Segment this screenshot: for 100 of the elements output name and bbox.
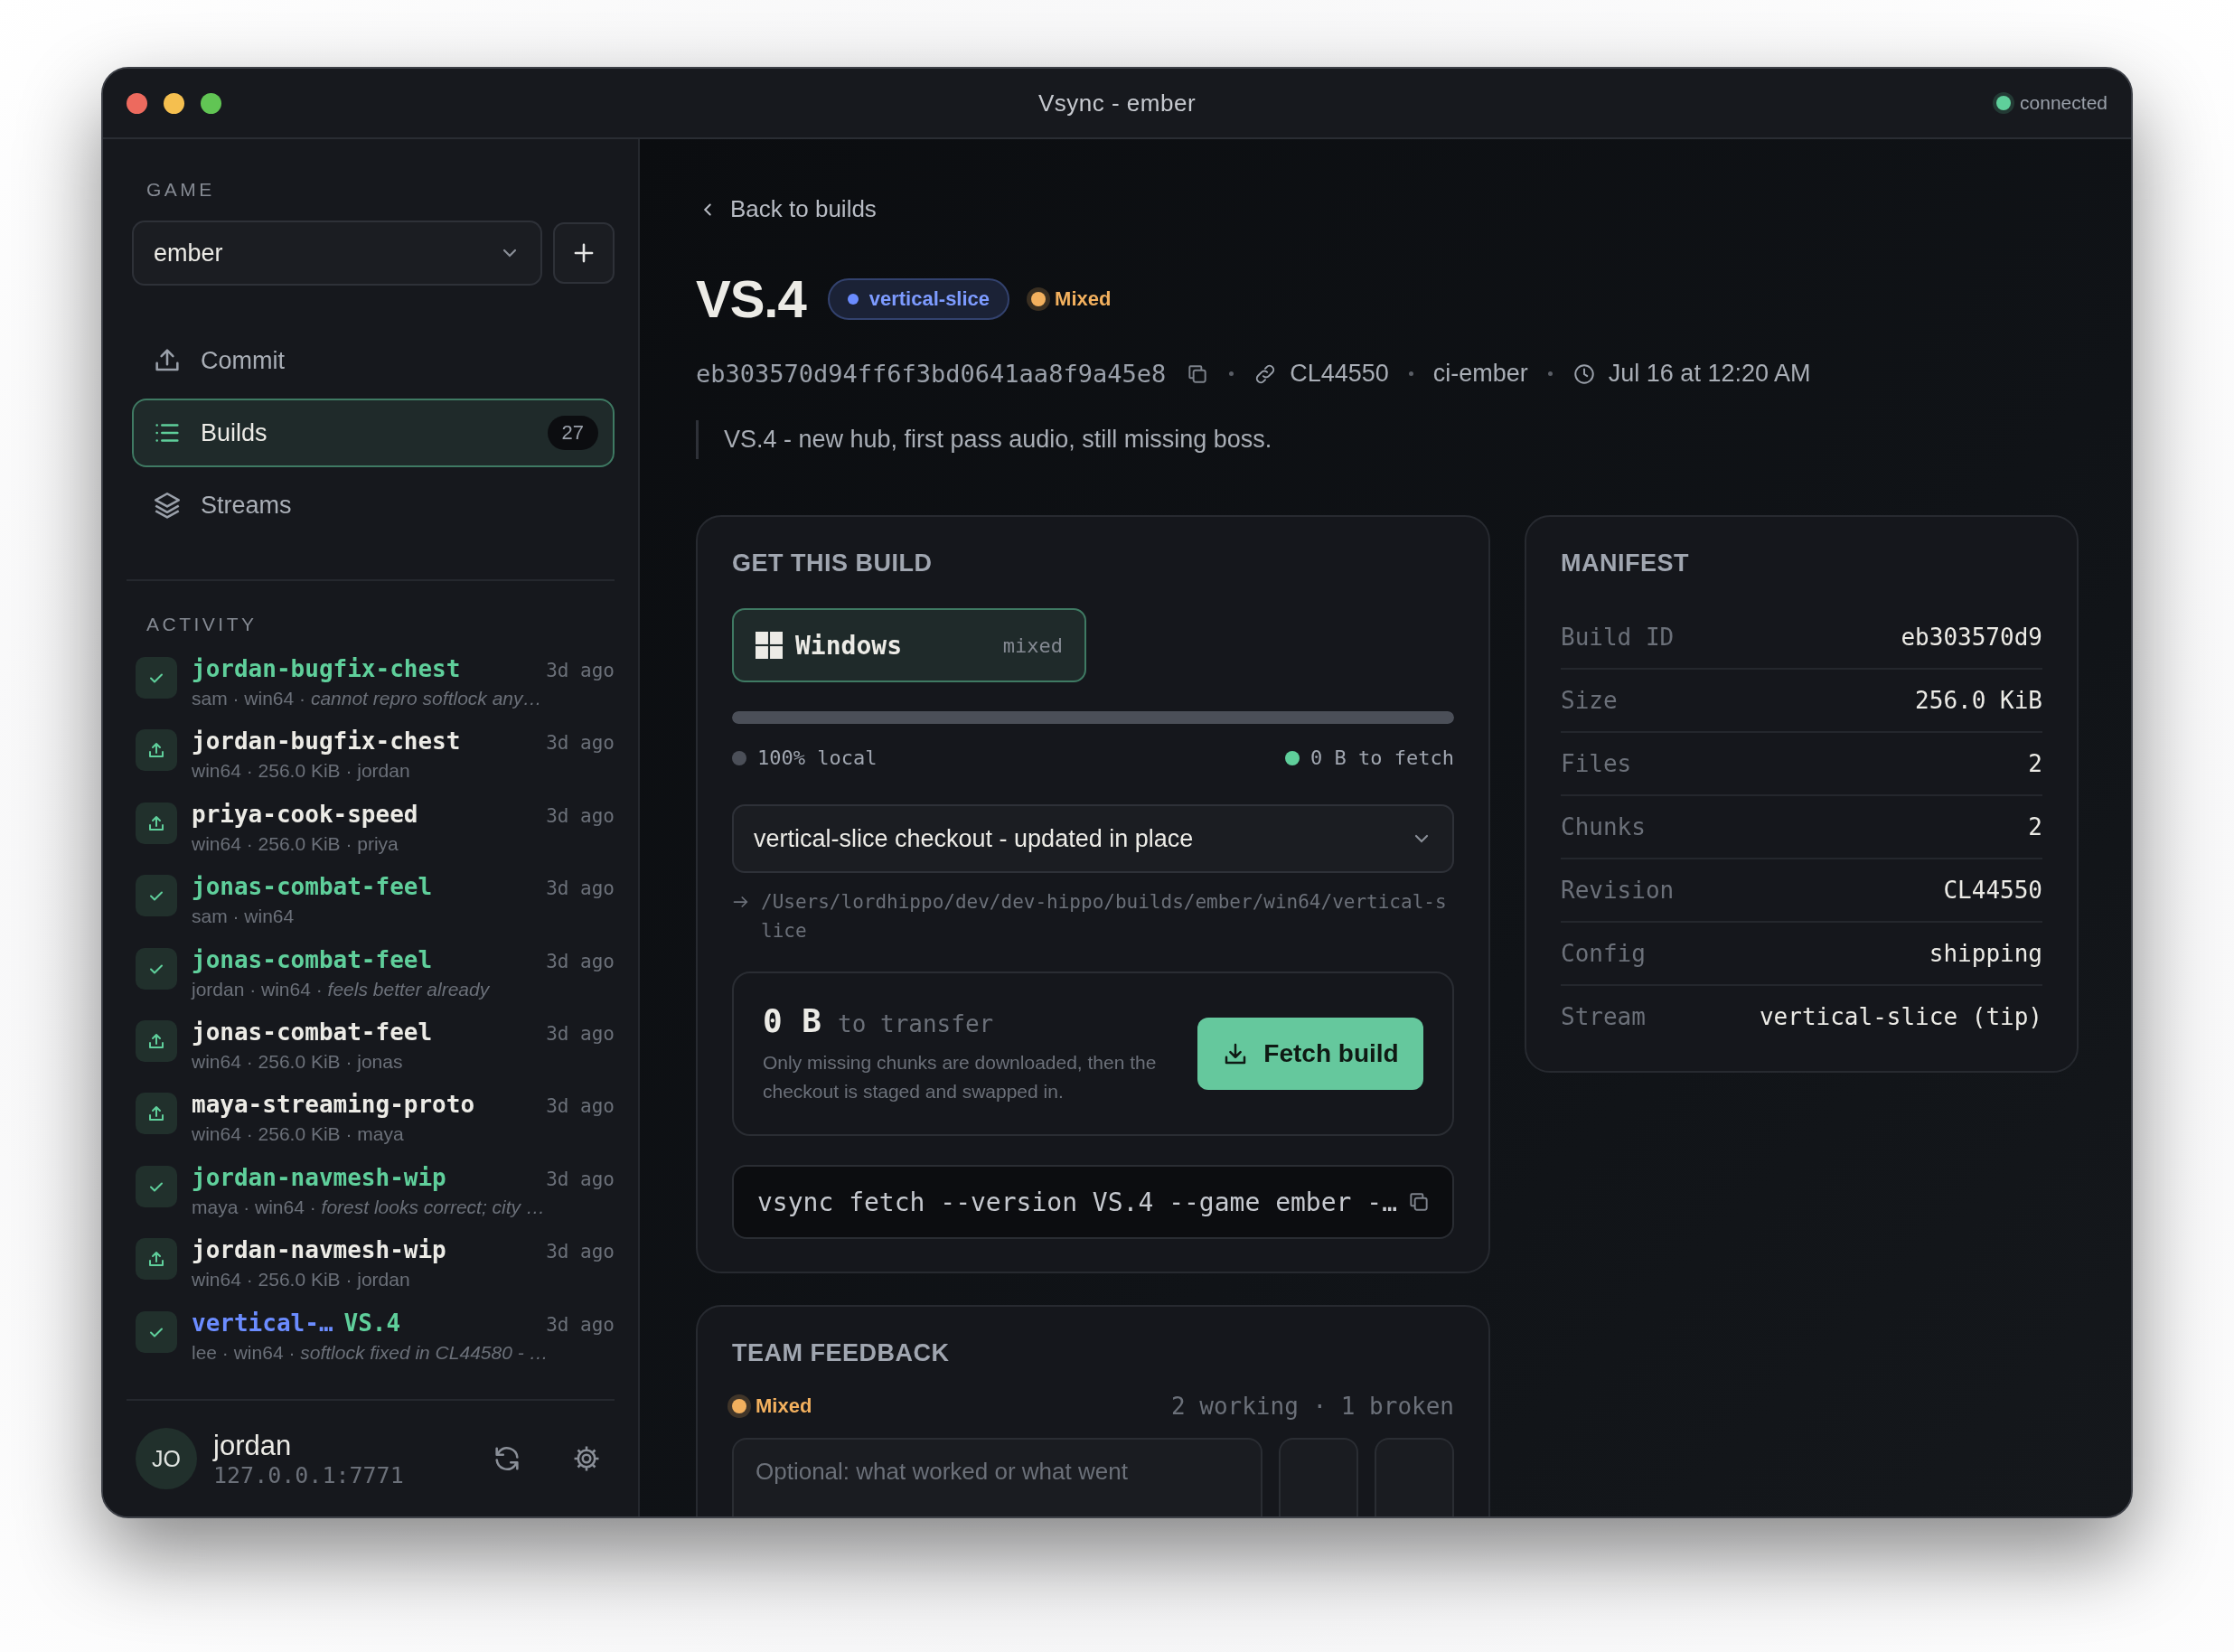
nav-item[interactable]: Streams (132, 471, 615, 540)
activity-time: 3d ago (546, 804, 615, 827)
feedback-summary: 2 working · 1 broken (1170, 1393, 1454, 1420)
activity-meta: win64 · 256.0 KiB · jonas (192, 1050, 404, 1073)
activity-time: 3d ago (546, 1313, 615, 1336)
fetch-button[interactable]: Fetch build (1197, 1018, 1423, 1090)
plus-icon (572, 241, 596, 265)
card-title: MANIFEST (1561, 549, 1690, 577)
card-title: GET THIS BUILD (732, 549, 934, 577)
transfer-amount: 0 B (763, 1001, 822, 1039)
check-icon (136, 947, 177, 990)
activity-meta: win64 · 256.0 KiB · maya (192, 1123, 405, 1146)
activity-title[interactable]: jordan-bugfix-chest (192, 727, 461, 756)
fetch-command: vsync fetch --version VS.4 --game ember -… (757, 1187, 1397, 1217)
upload-icon (136, 729, 177, 772)
legend-label: 100% local (757, 746, 878, 769)
manifest-label: Build ID (1561, 624, 1675, 651)
activity-title[interactable]: jordan-navmesh-wip (192, 1163, 446, 1191)
activity-time: 3d ago (546, 1168, 615, 1190)
upload-icon (136, 1238, 177, 1281)
activity-title[interactable]: jonas-combat-feel (192, 1018, 433, 1046)
manifest-label: Files (1561, 750, 1632, 777)
check-icon (136, 657, 177, 699)
activity-meta: win64 · 256.0 KiB · priya (192, 832, 399, 855)
connection-status: connected (2020, 92, 2107, 114)
manifest-value: eb303570d9 (1901, 624, 2042, 651)
activity-title[interactable]: maya-streaming-proto (192, 1091, 475, 1119)
windows-icon (756, 632, 783, 659)
activity-meta: maya · win64 · forest looks correct; city … (192, 1196, 546, 1218)
upload-icon (136, 1019, 177, 1062)
upload-icon (136, 802, 177, 844)
manifest-value: 256.0 KiB (1915, 687, 2042, 714)
check-icon (136, 1310, 177, 1353)
check-icon (136, 1165, 177, 1207)
layers-icon (152, 490, 183, 521)
build-date: Jul 16 at 12:20 AM (1608, 360, 1811, 388)
platform-button[interactable]: Windows mixed (732, 608, 1086, 682)
build-author: ci-ember (1432, 360, 1528, 388)
manifest-label: Revision (1561, 877, 1675, 904)
activity-time: 3d ago (546, 878, 615, 900)
activity-time: 3d ago (546, 1022, 615, 1045)
manifest-label: Size (1561, 687, 1618, 714)
build-description: VS.4 - new hub, first pass audio, still missing boss. (696, 420, 2075, 459)
activity-time: 3d ago (546, 732, 615, 755)
manifest-value: vertical-slice (tip) (1759, 1003, 2042, 1030)
activity-title[interactable]: jordan-navmesh-wip (192, 1236, 446, 1264)
activity-meta: sam · win64 · cannot repro softlock any… (192, 688, 543, 709)
manifest-label: Stream (1561, 1003, 1646, 1030)
user-name: jordan (213, 1429, 293, 1462)
add-game-button[interactable] (553, 222, 615, 284)
minimize-light[interactable] (164, 92, 184, 114)
feedback-field[interactable]: Optional: what worked or what went (732, 1438, 1262, 1516)
manifest-label: Chunks (1561, 813, 1646, 840)
transfer-unit: to transfer (838, 1009, 994, 1037)
manifest-value: 2 (2028, 750, 2042, 777)
transfer-note: Only missing chunks are downloaded, then the checkout is staged and swapped in. (763, 1050, 1158, 1103)
activity-title[interactable]: priya-cook-speed (192, 800, 418, 828)
activity-meta: win64 · 256.0 KiB · jordan (192, 1269, 411, 1291)
clock-icon (1572, 361, 1596, 386)
legend-label: 0 B to fetch (1310, 746, 1454, 769)
activity-title[interactable]: VS.4 (343, 1309, 401, 1337)
window-title: Vsync - ember (1037, 89, 1197, 117)
activity-title[interactable]: jonas-combat-feel (192, 945, 433, 973)
activity-meta: sam · win64 (192, 906, 296, 928)
check-icon (136, 875, 177, 917)
close-light[interactable] (127, 92, 147, 114)
upload-icon (136, 1093, 177, 1135)
copy-icon[interactable] (1407, 1190, 1431, 1214)
revision-link[interactable]: CL44550 (1290, 360, 1389, 388)
activity-meta: lee · win64 · softlock fixed in CL44580 - … (192, 1341, 549, 1364)
manifest-value: shipping (1929, 940, 2042, 967)
status-label: Mixed (1031, 286, 1112, 311)
card-title: TEAM FEEDBACK (732, 1339, 951, 1367)
activity-time: 3d ago (546, 660, 615, 681)
manifest-value: 2 (2028, 813, 2042, 840)
section-label: ACTIVITY (145, 614, 258, 635)
activity-title[interactable]: jonas-combat-feel (192, 873, 433, 901)
count-badge: 27 (547, 416, 598, 450)
activity-time: 3d ago (546, 1095, 615, 1118)
manifest-value: CL44550 (1943, 877, 2042, 904)
activity-time: 3d ago (546, 950, 615, 972)
game-select[interactable]: ember (132, 221, 542, 286)
manifest-label: Config (1561, 940, 1646, 967)
install-path: /Users/lordhippo/dev/dev-hippo/builds/ember/win64/vertical-slice (761, 890, 1448, 943)
server-address: 127.0.0.1:7771 (213, 1461, 405, 1488)
section-label: GAME (145, 179, 216, 201)
build-hash: eb303570d94ff6f3bd0641aa8f9a45e8 (696, 360, 1167, 388)
target-select[interactable]: vertical-slice checkout - updated in place (732, 804, 1454, 873)
zoom-light[interactable] (201, 92, 221, 114)
build-version: VS.4 (696, 268, 806, 329)
nav-item[interactable]: Commit (132, 326, 615, 395)
stream-tag: vertical-slice (827, 277, 1010, 320)
nav-item[interactable]: Builds 27 (132, 399, 615, 467)
activity-meta: win64 · 256.0 KiB · jordan (192, 760, 411, 783)
status-label: Mixed (732, 1394, 812, 1418)
stream-name[interactable]: vertical-… (192, 1309, 333, 1337)
avatar: JO (136, 1428, 197, 1489)
back-link[interactable]: Back to builds (698, 195, 877, 223)
activity-title[interactable]: jordan-bugfix-chest (192, 655, 461, 682)
activity-meta: jordan · win64 · feels better already (192, 978, 491, 1000)
